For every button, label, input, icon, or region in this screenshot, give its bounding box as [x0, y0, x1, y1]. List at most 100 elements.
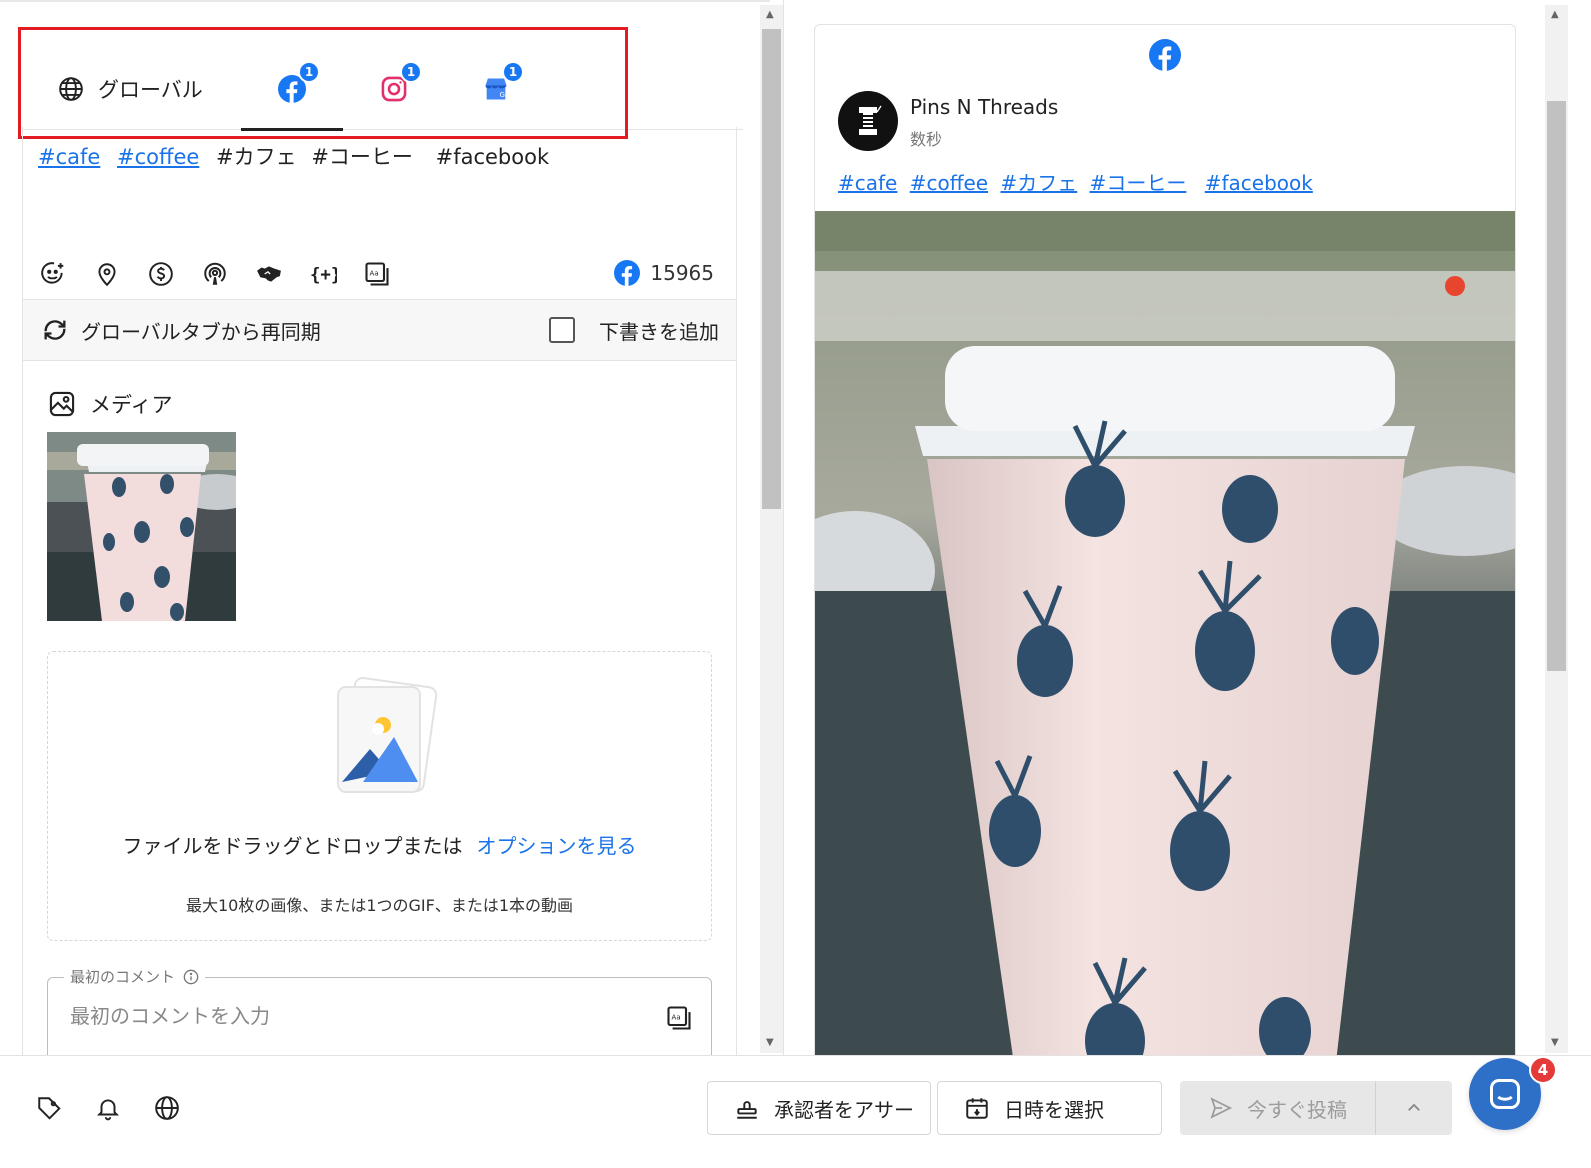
preview-scroll-thumb[interactable]	[1547, 101, 1566, 671]
calendar-icon	[966, 1098, 988, 1119]
ai-text-button[interactable]: Aa	[360, 257, 394, 291]
resync-button[interactable]: グローバルタブから再同期	[41, 300, 321, 360]
first-comment-label-text: 最初のコメント	[70, 968, 176, 986]
tab-global[interactable]: グローバル	[23, 48, 233, 130]
variables-button[interactable]: {+}	[306, 257, 340, 291]
account-name: Pins N Threads	[910, 95, 1059, 119]
character-count-value: 15965	[650, 261, 714, 285]
scroll-up-arrow[interactable]: ▲	[766, 9, 774, 20]
media-dropzone[interactable]: ファイルをドラッグとドロップまたは オプションを見る 最大10枚の画像、または1つ…	[47, 651, 712, 941]
editor-scroll-thumb[interactable]	[762, 29, 781, 509]
platform-tabs: グローバル 1 1 G 1	[23, 48, 743, 131]
info-icon[interactable]	[183, 969, 199, 985]
podcast-button[interactable]	[198, 257, 232, 291]
handshake-icon	[257, 266, 281, 282]
svg-text:G: G	[500, 91, 505, 99]
tab-global-label: グローバル	[98, 78, 203, 102]
assign-approver-button[interactable]: 承認者をアサー	[707, 1081, 931, 1135]
chevron-up-icon	[1407, 1103, 1420, 1111]
upload-image-icon	[337, 677, 438, 793]
hashtag-link[interactable]: #cafe	[38, 145, 100, 169]
select-datetime-label: 日時を選択	[1004, 1097, 1104, 1122]
editor-pane: グローバル 1 1 G 1 #cafe #coffee #カフェ #コーヒー #…	[0, 0, 770, 1072]
first-comment-input[interactable]	[70, 1004, 630, 1028]
podcast-icon	[204, 262, 226, 285]
editor-toolbar: {+} Aa	[36, 257, 394, 291]
scroll-down-arrow[interactable]: ▼	[1551, 1037, 1559, 1048]
tab-facebook[interactable]: 1	[241, 48, 343, 131]
hashtag-text: #カフェ	[216, 145, 297, 169]
preview-hashtag[interactable]: #カフェ	[1000, 171, 1077, 195]
variables-icon: {+}	[310, 266, 337, 286]
first-comment-label: 最初のコメント	[64, 966, 206, 987]
tag-icon	[38, 1097, 61, 1120]
add-draft-label: 下書きを追加	[599, 319, 719, 344]
language-button[interactable]	[150, 1091, 184, 1125]
post-timestamp: 数秒	[910, 130, 943, 149]
scroll-down-arrow[interactable]: ▼	[766, 1037, 774, 1048]
ai-text-icon: Aa	[365, 262, 389, 286]
image-icon	[49, 391, 75, 417]
facebook-badge: 1	[298, 61, 320, 83]
globe-icon	[155, 1096, 179, 1120]
preview-text: #cafe #coffee #カフェ #コーヒー #facebook	[838, 167, 1319, 196]
google-business-badge: 1	[502, 61, 524, 83]
emoji-icon	[41, 262, 64, 284]
post-now-button[interactable]: 今すぐ投稿	[1180, 1081, 1375, 1135]
bottom-action-bar: 承認者をアサー 日時を選択 今すぐ投稿 4	[0, 1055, 1591, 1168]
view-options-link[interactable]: オプションを見る	[477, 834, 637, 858]
add-draft-checkbox[interactable]	[549, 317, 575, 343]
character-count: 15965	[614, 260, 714, 286]
facebook-post-preview: Pins N Threads 数秒 #cafe #coffee #カフェ #コー…	[814, 24, 1516, 1064]
add-draft-option: 下書きを追加	[549, 300, 719, 360]
preview-hashtag[interactable]: #facebook	[1205, 171, 1313, 195]
sync-bar: グローバルタブから再同期 下書きを追加	[23, 299, 736, 361]
media-heading: メディア	[48, 389, 173, 419]
preview-scrollbar[interactable]: ▲ ▼	[1545, 5, 1568, 1053]
post-options-button[interactable]	[1375, 1081, 1452, 1135]
hashtag-link[interactable]: #coffee	[117, 145, 199, 169]
partnership-button[interactable]	[252, 257, 286, 291]
post-text-field[interactable]: #cafe #coffee #カフェ #コーヒー #facebook	[38, 141, 557, 171]
media-heading-label: メディア	[90, 393, 173, 417]
scroll-up-arrow[interactable]: ▲	[1551, 9, 1559, 20]
dropzone-hint: 最大10枚の画像、または1つのGIF、または1本の動画	[185, 896, 574, 915]
preview-photo	[815, 211, 1515, 1064]
location-button[interactable]	[90, 257, 124, 291]
emoji-button[interactable]	[36, 257, 70, 291]
notification-button[interactable]	[91, 1091, 125, 1125]
tab-instagram[interactable]: 1	[343, 48, 445, 130]
chat-icon	[1490, 1079, 1520, 1109]
bell-icon	[96, 1099, 120, 1121]
sync-icon	[44, 320, 66, 340]
resync-label: グローバルタブから再同期	[81, 319, 321, 344]
hashtag-text: #コーヒー	[311, 145, 413, 169]
media-thumbnail[interactable]	[47, 432, 236, 621]
tab-google-business[interactable]: G 1	[445, 48, 547, 130]
top-divider	[0, 0, 770, 2]
facebook-icon	[614, 260, 641, 286]
stamp-icon	[737, 1101, 757, 1119]
editor-box: #cafe #coffee #カフェ #コーヒー #facebook {+ Aa…	[22, 127, 737, 1072]
select-datetime-button[interactable]: 日時を選択	[937, 1081, 1162, 1135]
post-now-label: 今すぐ投稿	[1247, 1097, 1347, 1122]
facebook-icon	[1149, 39, 1181, 71]
dropzone-instruction: ファイルをドラッグとドロップまたは	[122, 834, 463, 858]
svg-text:Aa: Aa	[370, 270, 379, 278]
globe-icon	[59, 77, 83, 101]
editor-scrollbar[interactable]: ▲ ▼	[760, 5, 783, 1053]
ai-text-icon[interactable]: Aa	[665, 1004, 693, 1032]
send-icon	[1210, 1097, 1233, 1119]
tag-button[interactable]	[32, 1091, 66, 1125]
dropzone-text: ファイルをドラッグとドロップまたは オプションを見る	[48, 830, 711, 859]
spool-logo-icon	[859, 105, 882, 135]
dollar-icon	[149, 262, 173, 286]
preview-hashtag[interactable]: #cafe	[838, 171, 897, 195]
chat-unread-badge: 4	[1529, 1056, 1557, 1084]
preview-hashtag[interactable]: #コーヒー	[1090, 171, 1187, 195]
price-button[interactable]	[144, 257, 178, 291]
location-icon	[98, 263, 116, 287]
svg-text:Aa: Aa	[672, 1014, 681, 1022]
avatar	[838, 91, 898, 151]
preview-hashtag[interactable]: #coffee	[910, 171, 988, 195]
